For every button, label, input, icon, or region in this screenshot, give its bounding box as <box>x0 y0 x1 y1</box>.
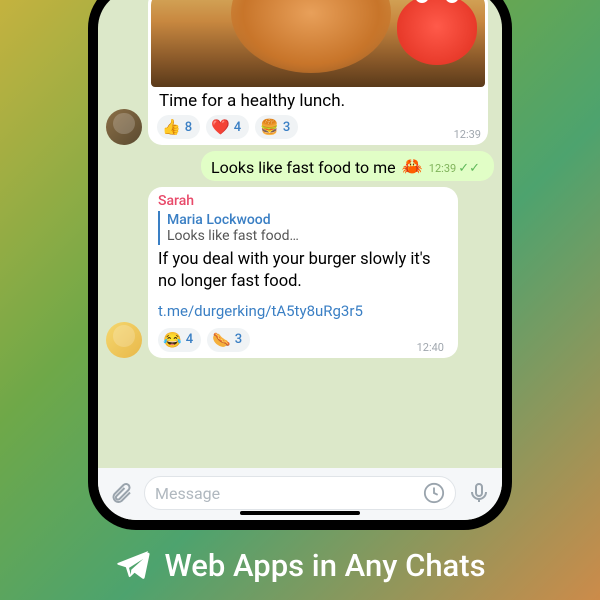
message-text: Looks like fast food to me <box>211 158 396 177</box>
reaction[interactable]: 😂4 <box>158 328 201 352</box>
reactions-bar: 😂4 🌭3 <box>158 324 256 354</box>
home-indicator <box>240 511 360 515</box>
reactions-bar: 👍8 ❤️4 🍔3 <box>151 111 304 141</box>
message-bubble[interactable]: Sarah Maria Lockwood Looks like fast foo… <box>148 187 458 358</box>
chat-messages-area[interactable]: Time for a healthy lunch. 👍8 ❤️4 🍔3 12:3… <box>98 0 502 468</box>
message-time: 12:39 ✓✓ <box>429 161 484 176</box>
message-row: Time for a healthy lunch. 👍8 ❤️4 🍔3 12:3… <box>106 0 494 145</box>
crab-emoji: 🦀 <box>402 157 423 177</box>
message-caption: Time for a healthy lunch. <box>151 87 485 111</box>
avatar[interactable] <box>106 322 142 358</box>
reply-quote[interactable]: Maria Lockwood Looks like fast food… <box>158 211 448 245</box>
message-time: 12:40 <box>417 341 448 354</box>
reply-author: Maria Lockwood <box>167 212 448 228</box>
phone-frame: Time for a healthy lunch. 👍8 ❤️4 🍔3 12:3… <box>88 0 512 530</box>
sticker-icon[interactable] <box>423 482 445 504</box>
voice-icon[interactable] <box>466 480 492 506</box>
food-image[interactable] <box>151 0 485 87</box>
message-text: If you deal with your burger slowly it's… <box>158 249 448 294</box>
message-input[interactable] <box>155 484 415 503</box>
message-input-wrapper <box>144 476 456 510</box>
sender-name: Sarah <box>158 193 448 209</box>
reaction[interactable]: 🌭3 <box>207 328 250 352</box>
message-bubble[interactable]: Looks like fast food to me 🦀 12:39 ✓✓ <box>201 151 494 181</box>
reaction[interactable]: 🍔3 <box>255 115 298 139</box>
telegram-logo-icon <box>114 546 152 584</box>
chat-screen: Time for a healthy lunch. 👍8 ❤️4 🍔3 12:3… <box>98 0 502 520</box>
message-row: Sarah Maria Lockwood Looks like fast foo… <box>106 187 494 358</box>
reaction[interactable]: 👍8 <box>157 115 200 139</box>
message-link[interactable]: t.me/durgerking/tA5ty8uRg3r5 <box>158 302 448 320</box>
read-checks-icon: ✓✓ <box>458 161 480 176</box>
promo-headline: Web Apps in Any Chats <box>0 546 600 584</box>
message-bubble[interactable]: Time for a healthy lunch. 👍8 ❤️4 🍔3 12:3… <box>148 0 488 145</box>
message-time: 12:39 <box>454 128 485 141</box>
attachment-icon[interactable] <box>108 480 134 506</box>
headline-text: Web Apps in Any Chats <box>164 547 485 584</box>
reply-preview: Looks like fast food… <box>167 228 448 244</box>
reaction[interactable]: ❤️4 <box>206 115 249 139</box>
message-row: Looks like fast food to me 🦀 12:39 ✓✓ <box>106 151 494 181</box>
crab-sticker <box>397 0 477 65</box>
avatar[interactable] <box>106 109 142 145</box>
